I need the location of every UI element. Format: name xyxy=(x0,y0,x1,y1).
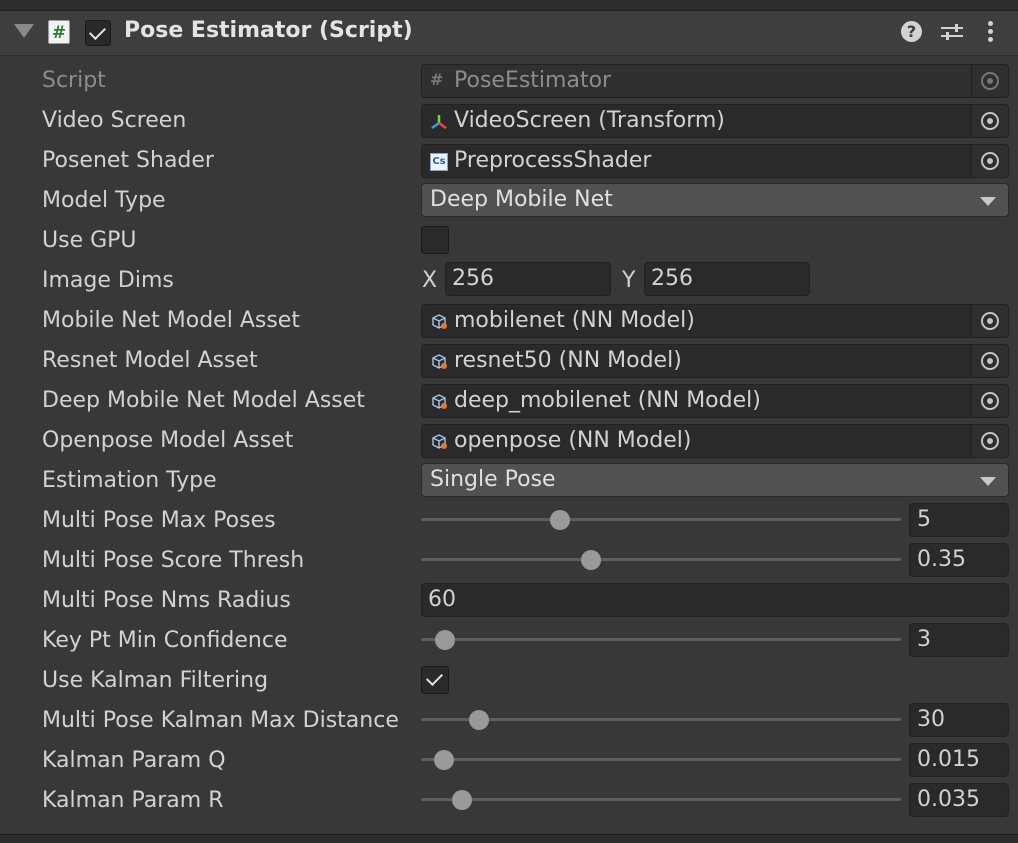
multi-pose-max-poses-label: Multi Pose Max Poses xyxy=(42,508,276,533)
slider-thumb[interactable] xyxy=(434,750,455,770)
help-icon[interactable]: ? xyxy=(901,21,922,42)
script-hash-icon: # xyxy=(48,20,70,44)
use-gpu-checkbox[interactable] xyxy=(421,226,449,254)
use-kalman-filtering-checkbox[interactable] xyxy=(421,666,449,694)
posenet-shader-field[interactable]: Cs PreprocessShader xyxy=(421,144,1009,178)
object-picker-button[interactable] xyxy=(971,385,1008,417)
use-gpu-label: Use GPU xyxy=(42,228,137,253)
video-screen-label: Video Screen xyxy=(42,108,187,133)
use-kalman-filtering-label: Use Kalman Filtering xyxy=(42,668,269,693)
model-type-dropdown[interactable]: Deep Mobile Net xyxy=(421,183,1009,217)
openpose-model-field[interactable]: openpose (NN Model) xyxy=(421,424,1009,458)
kalman-param-r-label: Kalman Param R xyxy=(42,788,224,813)
image-dims-x-label[interactable]: X xyxy=(422,266,437,296)
slider-track[interactable] xyxy=(421,798,901,801)
model-type-value: Deep Mobile Net xyxy=(430,187,613,212)
kalman-param-r-input[interactable]: 0.035 xyxy=(909,783,1009,817)
image-dims-y-input[interactable]: 256 xyxy=(644,262,810,296)
kalman-param-q-label: Kalman Param Q xyxy=(42,748,226,773)
slider-track[interactable] xyxy=(421,558,901,561)
slider-track[interactable] xyxy=(421,638,901,641)
resnet-model-value: resnet50 (NN Model) xyxy=(454,348,682,373)
object-picker-button[interactable] xyxy=(971,305,1008,337)
multi-pose-nms-radius-label: Multi Pose Nms Radius xyxy=(42,588,291,613)
foldout-arrow-icon[interactable] xyxy=(14,24,34,38)
deep-mobile-net-model-field[interactable]: deep_mobilenet (NN Model) xyxy=(421,384,1009,418)
transform-axes-icon xyxy=(431,115,447,130)
slider-track[interactable] xyxy=(421,518,901,521)
posenet-shader-value: PreprocessShader xyxy=(454,148,652,173)
slider-track[interactable] xyxy=(421,758,901,761)
checkmark-icon xyxy=(89,23,106,40)
mobile-net-model-label: Mobile Net Model Asset xyxy=(42,308,300,333)
nn-model-icon xyxy=(432,394,447,409)
checkmark-icon xyxy=(426,669,443,686)
object-picker-button[interactable] xyxy=(971,105,1008,137)
slider-thumb[interactable] xyxy=(451,790,472,810)
resnet-model-label: Resnet Model Asset xyxy=(42,348,258,373)
posenet-shader-label: Posenet Shader xyxy=(42,148,214,173)
image-dims-label: Image Dims xyxy=(42,268,174,293)
image-dims-y-label[interactable]: Y xyxy=(622,266,635,296)
chevron-down-icon xyxy=(980,477,996,486)
multi-pose-kalman-max-distance-input[interactable]: 30 xyxy=(909,703,1009,737)
slider-thumb[interactable] xyxy=(435,630,455,650)
key-pt-min-confidence-input[interactable]: 3 xyxy=(909,623,1009,657)
estimation-type-value: Single Pose xyxy=(430,467,556,492)
kalman-param-q-input[interactable]: 0.015 xyxy=(909,743,1009,777)
resnet-model-field[interactable]: resnet50 (NN Model) xyxy=(421,344,1009,378)
slider-thumb[interactable] xyxy=(550,510,571,530)
nn-model-icon xyxy=(432,314,447,329)
slider-track[interactable] xyxy=(421,718,901,721)
chevron-down-icon xyxy=(980,197,996,206)
script-label: Script xyxy=(42,68,106,93)
multi-pose-score-thresh-label: Multi Pose Score Thresh xyxy=(42,548,305,573)
component-enabled-checkbox[interactable] xyxy=(85,20,111,46)
estimation-type-label: Estimation Type xyxy=(42,468,217,493)
component-title: Pose Estimator (Script) xyxy=(124,18,413,43)
nn-model-icon xyxy=(432,354,447,369)
deep-mobile-net-model-value: deep_mobilenet (NN Model) xyxy=(454,388,761,413)
video-screen-value: VideoScreen (Transform) xyxy=(454,108,725,133)
multi-pose-score-thresh-input[interactable]: 0.35 xyxy=(909,543,1009,577)
object-picker-button[interactable] xyxy=(971,425,1008,457)
compute-shader-icon: Cs xyxy=(430,153,448,171)
multi-pose-max-poses-input[interactable]: 5 xyxy=(909,503,1009,537)
video-screen-field[interactable]: VideoScreen (Transform) xyxy=(421,104,1009,138)
mobile-net-model-value: mobilenet (NN Model) xyxy=(454,308,695,333)
script-hash-icon: # xyxy=(430,70,444,89)
inspector-top-border xyxy=(0,0,1018,11)
estimation-type-dropdown[interactable]: Single Pose xyxy=(421,463,1009,497)
model-type-label: Model Type xyxy=(42,188,166,213)
openpose-model-value: openpose (NN Model) xyxy=(454,428,692,453)
image-dims-x-input[interactable]: 256 xyxy=(445,262,611,296)
kebab-menu-icon[interactable] xyxy=(988,21,994,43)
object-picker-button[interactable] xyxy=(971,345,1008,377)
multi-pose-nms-radius-input[interactable]: 60 xyxy=(421,583,1009,617)
object-picker-button xyxy=(971,65,1008,97)
script-value: PoseEstimator xyxy=(454,68,612,93)
nn-model-icon xyxy=(432,434,447,449)
object-picker-button[interactable] xyxy=(971,145,1008,177)
slider-thumb[interactable] xyxy=(581,550,602,570)
slider-thumb[interactable] xyxy=(468,710,489,730)
presets-icon[interactable] xyxy=(941,22,963,42)
deep-mobile-net-model-label: Deep Mobile Net Model Asset xyxy=(42,388,365,413)
openpose-model-label: Openpose Model Asset xyxy=(42,428,294,453)
multi-pose-kalman-max-distance-label: Multi Pose Kalman Max Distance xyxy=(42,708,399,733)
key-pt-min-confidence-label: Key Pt Min Confidence xyxy=(42,628,288,653)
mobile-net-model-field[interactable]: mobilenet (NN Model) xyxy=(421,304,1009,338)
script-field: # PoseEstimator xyxy=(421,64,1009,98)
